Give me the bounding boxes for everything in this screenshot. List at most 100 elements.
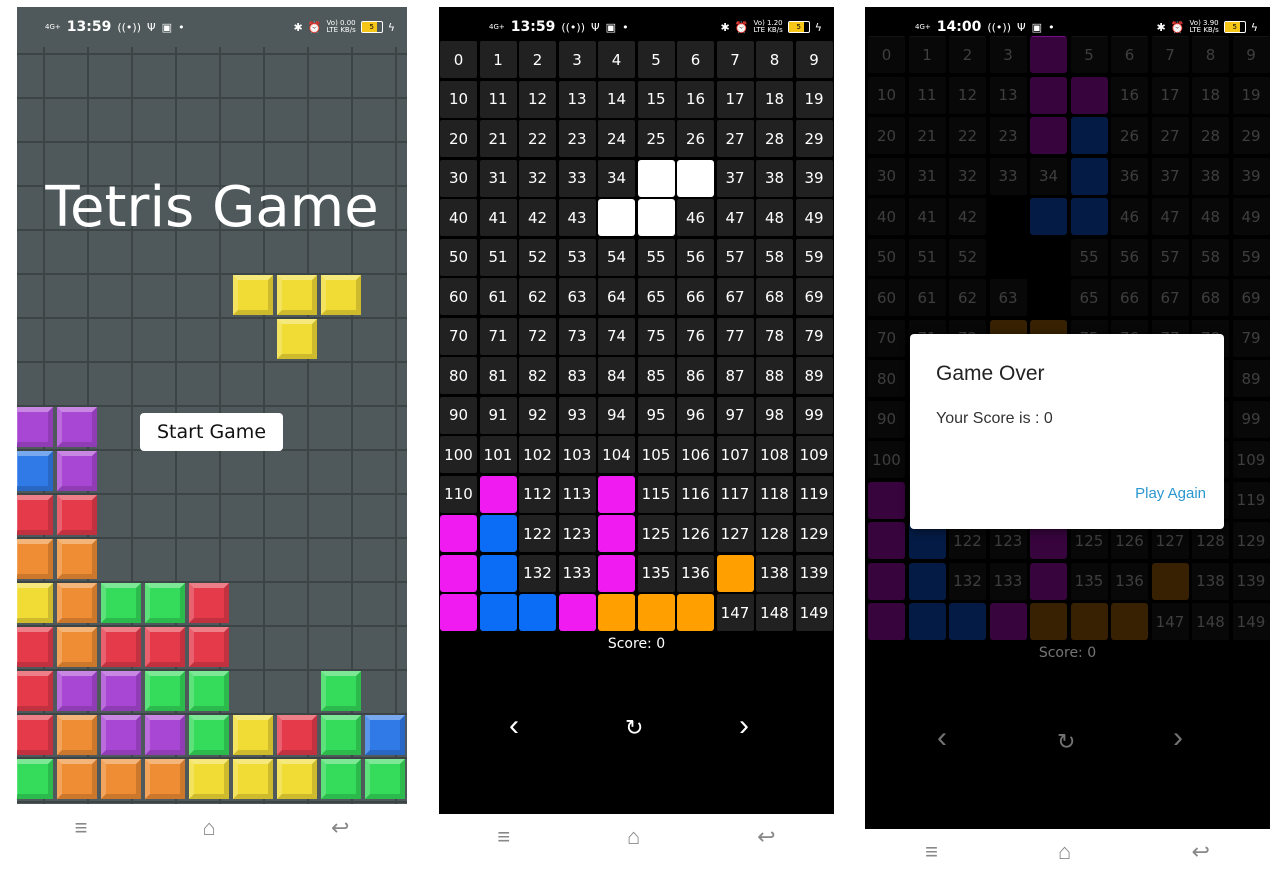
- board-cell: 49: [795, 199, 833, 236]
- home-icon[interactable]: ⌂: [627, 824, 640, 850]
- tetromino-block: [57, 539, 97, 579]
- board-cell: 71: [479, 317, 517, 355]
- board-cell: 38: [756, 159, 793, 197]
- menu-icon[interactable]: ≡: [75, 815, 88, 841]
- dialog-title: Game Over: [936, 362, 1045, 385]
- alarm-icon: ⏰: [734, 20, 749, 34]
- board-cell: 42: [519, 199, 556, 236]
- tetromino-block: [57, 407, 97, 447]
- board-cell: 64: [598, 278, 635, 315]
- board-cell: 106: [677, 436, 714, 473]
- back-icon[interactable]: ↩: [331, 815, 349, 841]
- tetromino-block: [277, 319, 317, 359]
- app-notification-icon: ▣: [605, 20, 617, 34]
- usb-icon: Ψ: [146, 20, 156, 34]
- tetromino-block: [17, 539, 53, 579]
- board-cell: 81: [479, 357, 517, 394]
- hotspot-icon: ((•)): [117, 20, 141, 34]
- board-cell: 15: [637, 80, 675, 118]
- back-icon[interactable]: ↩: [1191, 839, 1209, 865]
- board-cell: 82: [519, 357, 556, 394]
- board-cell: 103: [558, 436, 596, 473]
- board-cell: [598, 515, 635, 552]
- board-cell: 147: [716, 594, 754, 631]
- home-icon[interactable]: ⌂: [203, 815, 216, 841]
- menu-icon[interactable]: ≡: [497, 824, 510, 850]
- board-cell: 104: [598, 436, 635, 473]
- board-cell: 135: [637, 554, 675, 592]
- board-cell: 116: [677, 475, 714, 513]
- nav-bar-3: ≡ ⌂ ↩: [865, 831, 1270, 873]
- board-cell: 84: [598, 357, 635, 394]
- menu-icon[interactable]: ≡: [925, 839, 938, 865]
- data-speed: Vo) 3.90 LTE KB/s: [1189, 19, 1219, 34]
- tetromino-block: [365, 715, 405, 755]
- tetromino-block: [17, 759, 53, 799]
- clock: 13:59: [66, 19, 112, 35]
- home-icon[interactable]: ⌂: [1058, 839, 1071, 865]
- start-game-button[interactable]: Start Game: [140, 413, 283, 451]
- board-cell: 119: [795, 475, 833, 513]
- game-board: 0 1 2 3 4 5 6 7 8 9 10 11 12 13 14 15 16 17 18 19 20 21 22 23 24…: [440, 41, 833, 631]
- board-cell: 14: [598, 80, 635, 118]
- board-cell: 33: [558, 159, 596, 197]
- board-cell: 123: [558, 515, 596, 552]
- nav-bar-2: ≡ ⌂ ↩: [439, 816, 834, 858]
- move-left-button[interactable]: ‹: [509, 709, 519, 743]
- board-cell: 93: [558, 396, 596, 434]
- tetromino-block: [321, 759, 361, 799]
- board-cell: 139: [795, 554, 833, 592]
- tetromino-block: [57, 627, 97, 667]
- board-cell: 52: [519, 238, 556, 276]
- board-cell: 83: [558, 357, 596, 394]
- board-cell: 80: [440, 357, 477, 394]
- usb-icon: Ψ: [590, 20, 600, 34]
- board-cell: [440, 515, 477, 552]
- board-cell: [637, 159, 675, 197]
- board-cell: 61: [479, 278, 517, 315]
- board-cell: 132: [519, 554, 556, 592]
- board-cell: 23: [558, 120, 596, 157]
- board-cell: 78: [756, 317, 793, 355]
- board-cell: 50: [440, 238, 477, 276]
- board-cell: 10: [440, 80, 477, 118]
- board-cell: [598, 594, 635, 631]
- board-cell: 108: [756, 436, 793, 473]
- board-cell: [479, 594, 517, 631]
- tetromino-block: [321, 275, 361, 315]
- board-cell: 60: [440, 278, 477, 315]
- board-cell: 46: [677, 199, 714, 236]
- board-cell: 100: [440, 436, 477, 473]
- board-cell: 126: [677, 515, 714, 552]
- board-cell: 57: [716, 238, 754, 276]
- clock: 14:00: [936, 19, 982, 35]
- board-cell: 18: [756, 80, 793, 118]
- board-cell: 68: [756, 278, 793, 315]
- board-cell: 70: [440, 317, 477, 355]
- board-cell: 48: [756, 199, 793, 236]
- charging-icon: ϟ: [1250, 20, 1258, 34]
- board-cell: 7: [716, 41, 754, 78]
- tetromino-block: [101, 715, 141, 755]
- board-cell: 110: [440, 475, 477, 513]
- board-cell: 26: [677, 120, 714, 157]
- move-right-button[interactable]: ›: [739, 709, 749, 743]
- board-cell: 58: [756, 238, 793, 276]
- board-cell: 24: [598, 120, 635, 157]
- tetromino-block: [57, 583, 97, 623]
- back-icon[interactable]: ↩: [757, 824, 775, 850]
- board-cell: 136: [677, 554, 714, 592]
- board-cell: 25: [637, 120, 675, 157]
- rotate-button[interactable]: ↻: [625, 715, 643, 741]
- game-title: Tetris Game: [45, 175, 379, 240]
- tetromino-block: [145, 671, 185, 711]
- play-again-button[interactable]: Play Again: [1135, 485, 1206, 502]
- board-cell: 87: [716, 357, 754, 394]
- hotspot-icon: ((•)): [561, 20, 585, 34]
- tetromino-block: [145, 759, 185, 799]
- tetromino-block: [57, 451, 97, 491]
- board-cell: 22: [519, 120, 556, 157]
- nav-bar-1: ≡ ⌂ ↩: [17, 808, 407, 848]
- network-indicator: 4G+: [45, 22, 61, 31]
- board-cell: 13: [558, 80, 596, 118]
